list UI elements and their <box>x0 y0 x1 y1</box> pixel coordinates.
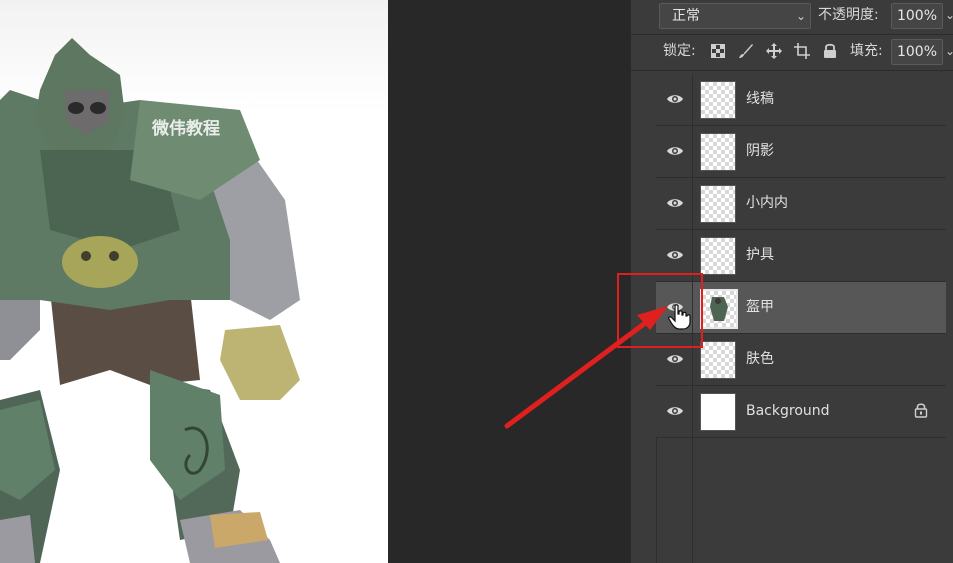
opacity-value: 100% <box>896 8 938 24</box>
lock-image-pixels-brush-icon[interactable] <box>737 42 755 60</box>
layer-thumbnail <box>700 289 738 329</box>
layer-name: 盔甲 <box>746 299 774 315</box>
layer-name: 阴影 <box>746 143 774 159</box>
layer-thumbnail <box>700 237 736 275</box>
lock-icon <box>914 402 928 418</box>
layer-thumbnail <box>700 341 736 379</box>
divider <box>631 70 953 71</box>
divider <box>692 386 693 437</box>
chevron-down-icon[interactable]: ⌄ <box>945 39 953 63</box>
divider <box>692 126 693 177</box>
eye-icon[interactable] <box>666 90 684 108</box>
hand-cursor-icon <box>668 304 691 330</box>
lock-label: 锁定: <box>663 43 696 59</box>
divider <box>631 34 953 35</box>
pasteboard <box>388 0 630 563</box>
layer-thumbnail <box>700 393 736 431</box>
layer-name: 小内内 <box>746 195 788 211</box>
blend-mode-value: 正常 <box>672 8 700 24</box>
lock-transparent-pixels-icon[interactable] <box>709 42 727 60</box>
blend-mode-dropdown[interactable]: 正常 ⌄ <box>659 3 811 29</box>
opacity-input[interactable]: 100% <box>891 3 943 29</box>
layer-row[interactable]: 小内内 <box>656 178 946 230</box>
divider <box>692 178 693 229</box>
layer-thumbnail <box>700 133 736 171</box>
fill-value: 100% <box>896 44 938 60</box>
eye-icon[interactable] <box>666 402 684 420</box>
eye-icon[interactable] <box>666 194 684 212</box>
fill-input[interactable]: 100% <box>891 39 943 65</box>
lock-all-icon[interactable] <box>821 42 839 60</box>
layer-name: 护具 <box>746 247 774 263</box>
eye-icon[interactable] <box>666 246 684 264</box>
layer-row[interactable]: Background <box>656 386 946 438</box>
fill-label: 填充: <box>850 43 883 59</box>
lock-artboard-icon[interactable] <box>793 42 811 60</box>
eye-icon[interactable] <box>666 142 684 160</box>
document-canvas[interactable]: 微伟教程 <box>0 0 388 563</box>
character-illustration: 微伟教程 <box>0 0 388 563</box>
divider <box>692 438 693 563</box>
layer-name: Background <box>746 403 830 419</box>
watermark-text: 微伟教程 <box>151 118 220 139</box>
divider <box>656 438 657 563</box>
chevron-down-icon[interactable]: ⌄ <box>945 3 953 27</box>
layer-name: 肤色 <box>746 351 774 367</box>
layer-row[interactable]: 阴影 <box>656 126 946 178</box>
layer-row[interactable]: 线稿 <box>656 74 946 126</box>
lock-position-move-icon[interactable] <box>765 42 783 60</box>
divider <box>692 74 693 125</box>
chevron-down-icon: ⌄ <box>795 9 806 23</box>
layer-thumbnail <box>700 81 736 119</box>
layer-name: 线稿 <box>746 91 774 107</box>
opacity-label: 不透明度: <box>818 7 879 23</box>
eye-icon[interactable] <box>666 350 684 368</box>
layer-thumbnail <box>700 185 736 223</box>
